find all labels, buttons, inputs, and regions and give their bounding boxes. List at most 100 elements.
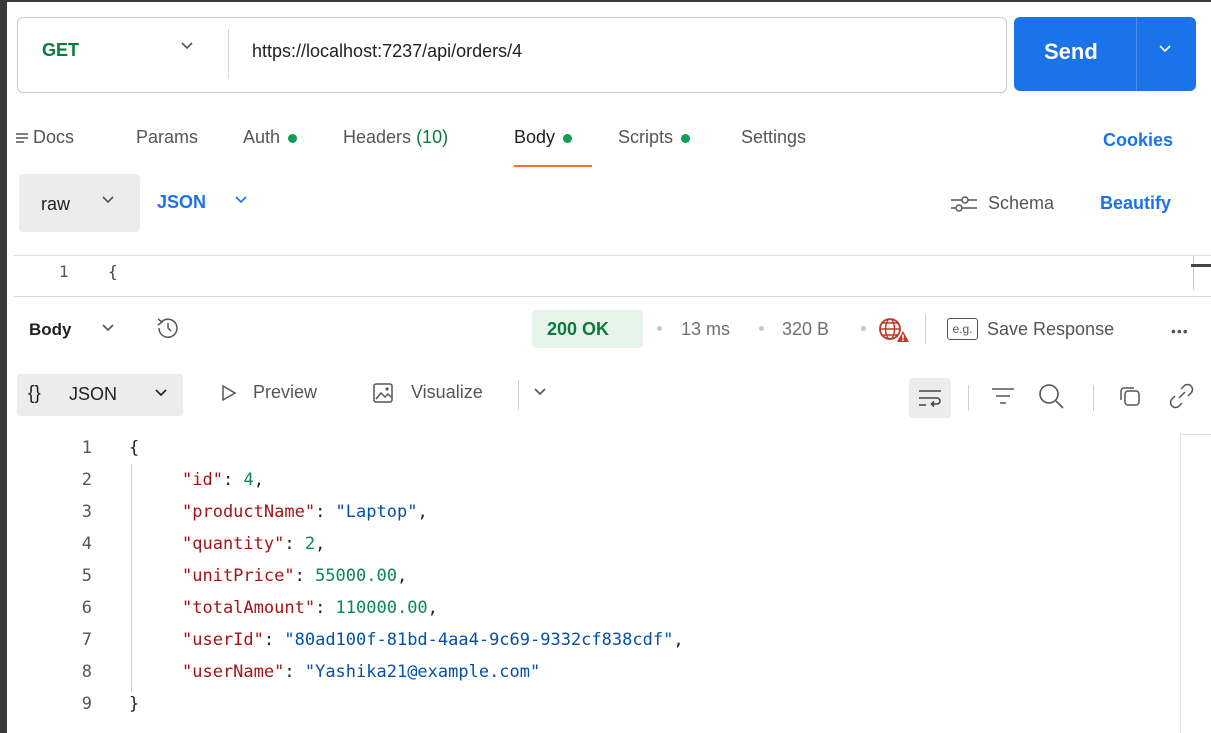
tab-settings[interactable]: Settings bbox=[741, 127, 806, 148]
chevron-down-icon[interactable] bbox=[1158, 41, 1172, 60]
response-time[interactable]: 13 ms bbox=[681, 319, 730, 340]
tab-body[interactable]: Body bbox=[514, 127, 573, 148]
json-key: "id" bbox=[182, 470, 223, 490]
copy-icon[interactable] bbox=[1117, 383, 1143, 414]
wrap-lines-button[interactable] bbox=[909, 378, 951, 418]
url-input[interactable]: https://localhost:7237/api/orders/4 bbox=[252, 41, 522, 62]
more-options-icon[interactable]: ••• bbox=[1171, 323, 1189, 339]
request-url-bar: GET https://localhost:7237/api/orders/4 bbox=[17, 17, 1007, 93]
app-window: GET https://localhost:7237/api/orders/4 … bbox=[0, 0, 1211, 733]
json-value: "80ad100f-81bd-4aa4-9c69-9332cf838cdf" bbox=[284, 630, 674, 650]
toolbar-separator bbox=[925, 314, 926, 344]
headers-count: (10) bbox=[416, 127, 449, 147]
chevron-down-icon[interactable] bbox=[234, 192, 248, 211]
separator-dot bbox=[861, 326, 866, 331]
line-number: 8 bbox=[81, 662, 92, 682]
tab-docs[interactable]: Docs bbox=[15, 127, 74, 149]
link-icon[interactable] bbox=[1167, 383, 1195, 414]
status-badge[interactable]: 200 OK bbox=[532, 310, 643, 348]
tab-headers[interactable]: Headers (10) bbox=[343, 127, 448, 148]
schema-icon[interactable] bbox=[947, 194, 981, 219]
body-format-select[interactable]: JSON bbox=[157, 192, 206, 213]
json-line: "productName": "Laptop", bbox=[182, 502, 428, 522]
minimap-border bbox=[1180, 434, 1211, 435]
line-number: 2 bbox=[81, 470, 92, 490]
json-key: "unitPrice" bbox=[182, 566, 295, 586]
toolbar-separator bbox=[1093, 385, 1094, 411]
docs-icon bbox=[15, 128, 29, 149]
schema-button[interactable]: Schema bbox=[988, 193, 1054, 214]
json-open-brace: { bbox=[129, 438, 140, 458]
view-mode-label: JSON bbox=[69, 384, 118, 404]
cookies-link[interactable]: Cookies bbox=[1103, 130, 1173, 151]
json-line: "quantity": 2, bbox=[182, 534, 326, 554]
response-section-select[interactable]: Body bbox=[29, 320, 72, 340]
chevron-down-icon[interactable] bbox=[101, 320, 115, 338]
beautify-button[interactable]: Beautify bbox=[1100, 193, 1171, 214]
line-number: 7 bbox=[81, 630, 92, 650]
url-separator bbox=[228, 29, 229, 79]
visualize-button[interactable]: Visualize bbox=[411, 382, 483, 403]
save-response-button[interactable]: Save Response bbox=[987, 319, 1114, 340]
scrollbar-track bbox=[1193, 256, 1194, 290]
line-number: 1 bbox=[59, 262, 69, 281]
json-value: "Yashika21@example.com" bbox=[304, 662, 541, 682]
response-view-select[interactable]: {} JSON bbox=[17, 374, 183, 416]
json-line: "totalAmount": 110000.00, bbox=[182, 598, 438, 618]
json-value: 4 bbox=[243, 470, 254, 490]
search-icon[interactable] bbox=[1037, 382, 1065, 415]
json-key: "userName" bbox=[182, 662, 285, 682]
active-tab-indicator bbox=[514, 165, 592, 167]
toolbar-separator bbox=[518, 380, 519, 410]
line-number: 3 bbox=[81, 502, 92, 522]
filter-icon[interactable] bbox=[990, 384, 1016, 413]
json-value: 2 bbox=[304, 534, 316, 554]
json-key: "productName" bbox=[182, 502, 316, 522]
json-comma: , bbox=[253, 470, 264, 490]
json-comma: , bbox=[396, 566, 408, 586]
braces-icon: {} bbox=[28, 383, 41, 404]
body-mode-select[interactable]: raw bbox=[19, 174, 140, 232]
history-icon[interactable] bbox=[151, 314, 183, 347]
json-comma: , bbox=[427, 598, 438, 618]
separator-dot bbox=[759, 326, 764, 331]
json-close-brace: } bbox=[129, 694, 140, 714]
chevron-down-icon bbox=[154, 385, 168, 403]
chevron-down-icon[interactable] bbox=[180, 38, 194, 57]
play-icon[interactable] bbox=[220, 383, 238, 408]
line-number: 4 bbox=[81, 534, 92, 554]
tab-scripts-label: Scripts bbox=[618, 127, 674, 147]
tab-body-label: Body bbox=[514, 127, 556, 147]
line-number: 5 bbox=[81, 566, 92, 586]
send-button[interactable]: Send bbox=[1014, 17, 1196, 91]
scrollbar-thumb[interactable] bbox=[1191, 264, 1211, 267]
status-dot bbox=[288, 133, 298, 143]
json-line: "userId": "80ad100f-81bd-4aa4-9c69-9332c… bbox=[182, 630, 684, 650]
image-icon[interactable] bbox=[372, 382, 394, 409]
status-dot bbox=[563, 133, 573, 143]
json-line: "unitPrice": 55000.00, bbox=[182, 566, 408, 586]
preview-button[interactable]: Preview bbox=[253, 382, 317, 403]
tab-auth[interactable]: Auth bbox=[243, 127, 298, 148]
json-key: "totalAmount" bbox=[182, 598, 316, 618]
request-body-editor[interactable]: { bbox=[108, 262, 118, 281]
tab-params[interactable]: Params bbox=[136, 127, 198, 148]
example-icon[interactable]: e.g. bbox=[947, 318, 978, 340]
method-select[interactable]: GET bbox=[42, 40, 79, 61]
line-number: 1 bbox=[81, 438, 92, 458]
pane-divider[interactable] bbox=[14, 296, 1211, 297]
json-key: "quantity" bbox=[182, 534, 285, 554]
chevron-down-icon[interactable] bbox=[533, 384, 547, 402]
tab-auth-label: Auth bbox=[243, 127, 281, 147]
json-value: 110000.00 bbox=[335, 598, 428, 618]
network-globe-icon[interactable] bbox=[877, 316, 911, 349]
toolbar-separator bbox=[968, 385, 969, 411]
json-line: "id": 4, bbox=[182, 470, 264, 490]
tab-scripts[interactable]: Scripts bbox=[618, 127, 691, 148]
json-key: "userId" bbox=[182, 630, 264, 650]
body-mode-label: raw bbox=[41, 194, 71, 214]
line-number: 6 bbox=[81, 598, 92, 618]
line-number: 9 bbox=[81, 694, 92, 714]
response-size[interactable]: 320 B bbox=[782, 319, 829, 340]
editor-border bbox=[14, 255, 1211, 256]
